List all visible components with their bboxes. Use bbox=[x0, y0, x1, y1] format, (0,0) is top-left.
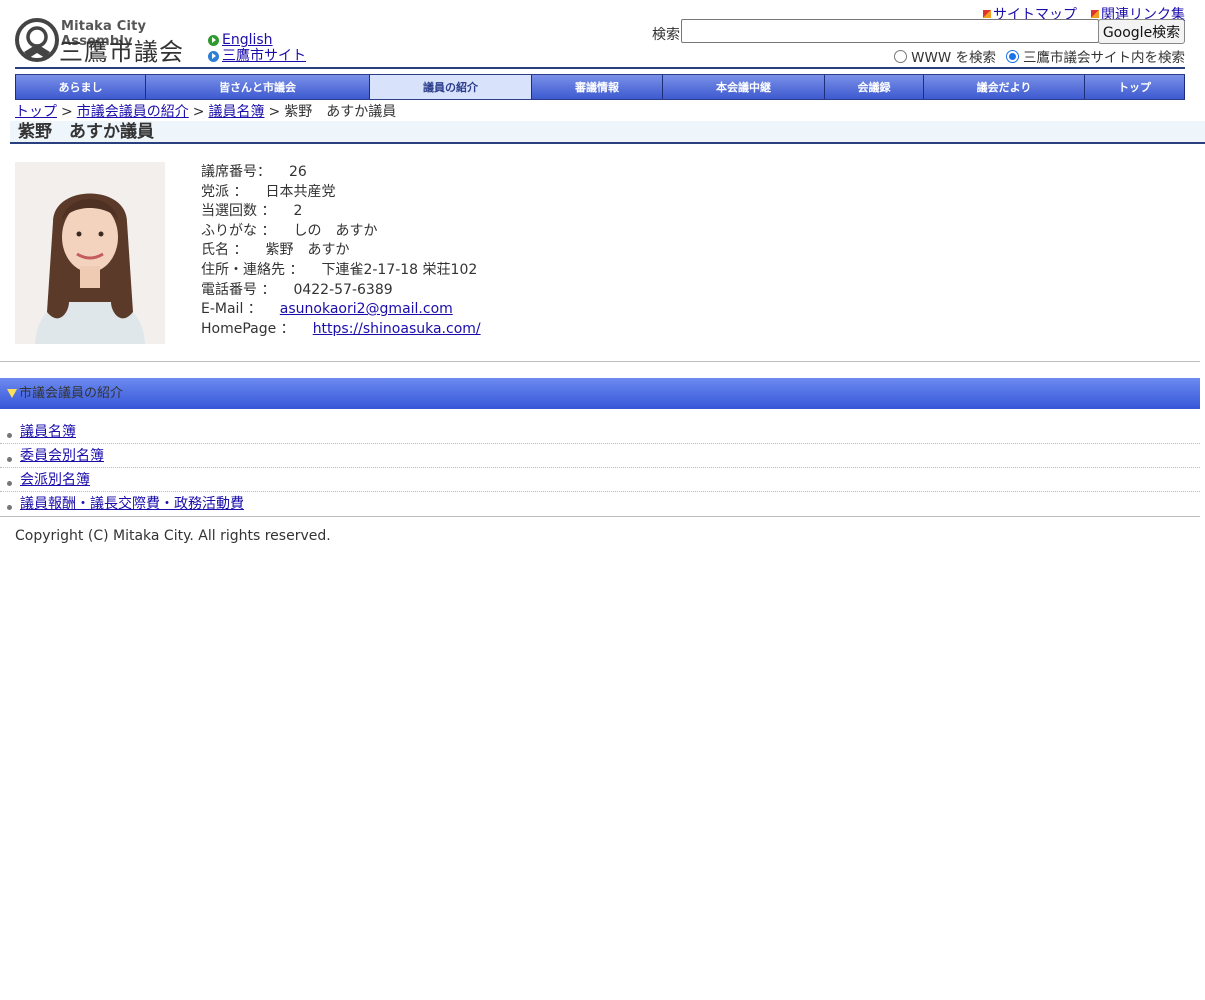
profile-row-phone: 電話番号 ： 0422-57-6389 bbox=[201, 281, 481, 301]
nav-item-citizens[interactable]: 皆さんと市議会 bbox=[146, 75, 370, 99]
profile-value: しの あすか bbox=[293, 222, 378, 239]
profile-value: 日本共産党 bbox=[265, 183, 336, 200]
profile-value: 紫野 あすか bbox=[265, 242, 350, 259]
list-item: 議員名簿 bbox=[0, 420, 1200, 444]
nav-item-overview[interactable]: あらまし bbox=[15, 75, 146, 99]
profile-label: 当選回数 ： bbox=[201, 203, 276, 220]
breadcrumb-current: 紫野 あすか議員 bbox=[284, 104, 397, 120]
profile-value: 下連雀2-17-18 栄荘102 bbox=[321, 261, 478, 278]
committee-roster-link[interactable]: 委員会別名簿 bbox=[20, 448, 104, 464]
profile-label: E-Mail ： bbox=[201, 301, 262, 318]
radio-www-label: WWW を検索 bbox=[911, 50, 996, 66]
site-logo[interactable]: Mitaka City Assembly 三鷹市議会 bbox=[15, 18, 195, 66]
profile-label: HomePage ： bbox=[201, 320, 295, 337]
profile-value: 2 bbox=[293, 203, 303, 220]
breadcrumb: トップ > 市議会議員の紹介 > 議員名簿 > 紫野 あすか議員 bbox=[15, 101, 396, 121]
section-header: 市議会議員の紹介 bbox=[0, 378, 1200, 409]
profile-row-party: 党派 ： 日本共産党 bbox=[201, 183, 481, 203]
profile-label: 氏名 ： bbox=[201, 242, 248, 259]
bullet-square-icon bbox=[983, 10, 991, 18]
page-title: 紫野 あすか議員 bbox=[18, 122, 154, 142]
nav-item-deliberation[interactable]: 審議情報 bbox=[532, 75, 663, 99]
nav-item-live[interactable]: 本会議中継 bbox=[663, 75, 825, 99]
homepage-link[interactable]: https://shinoasuka.com/ bbox=[313, 321, 481, 337]
compensation-link[interactable]: 議員報酬・議長交際費・政務活動費 bbox=[20, 496, 244, 512]
member-profile: 議席番号： 26 党派 ： 日本共産党 当選回数 ： 2 ふりがな ： しの あすか 氏… bbox=[201, 163, 481, 339]
triangle-down-icon bbox=[7, 389, 17, 398]
nav-item-members[interactable]: 議員の紹介 bbox=[370, 75, 532, 99]
breadcrumb-separator: > bbox=[268, 104, 281, 120]
search-label: 検索 bbox=[652, 27, 680, 43]
email-link[interactable]: asunokaori2@gmail.com bbox=[280, 301, 453, 317]
faction-roster-link[interactable]: 会派別名簿 bbox=[20, 472, 90, 488]
search-scope: WWW を検索 三鷹市議会サイト内を検索 bbox=[894, 46, 1185, 66]
profile-row-email: E-Mail ： asunokaori2@gmail.com bbox=[201, 300, 481, 320]
roster-link[interactable]: 議員名簿 bbox=[20, 424, 76, 440]
header-divider bbox=[15, 67, 1185, 69]
profile-row-address: 住所・連絡先 ： 下連雀2-17-18 栄荘102 bbox=[201, 261, 481, 281]
copyright: Copyright (C) Mitaka City. All rights re… bbox=[15, 528, 331, 544]
profile-row-terms: 当選回数 ： 2 bbox=[201, 202, 481, 222]
breadcrumb-separator: > bbox=[192, 104, 205, 120]
breadcrumb-separator: > bbox=[61, 104, 73, 120]
nav-item-top[interactable]: トップ bbox=[1085, 75, 1185, 99]
arrow-circle-icon bbox=[208, 50, 219, 62]
profile-row-furigana: ふりがな ： しの あすか bbox=[201, 222, 481, 242]
radio-site[interactable] bbox=[1006, 49, 1019, 63]
radio-www[interactable] bbox=[894, 49, 908, 63]
member-photo bbox=[15, 162, 165, 344]
profile-label: 党派 ： bbox=[201, 183, 248, 200]
search-input[interactable] bbox=[681, 19, 1099, 43]
breadcrumb-roster[interactable]: 議員名簿 bbox=[208, 104, 264, 120]
language-links: English 三鷹市サイト bbox=[208, 32, 306, 64]
list-item: 会派別名簿 bbox=[0, 468, 1200, 492]
profile-value: 26 bbox=[289, 164, 307, 180]
list-item: 委員会別名簿 bbox=[0, 444, 1200, 468]
profile-row-homepage: HomePage ： https://shinoasuka.com/ bbox=[201, 320, 481, 340]
global-nav: あらまし 皆さんと市議会 議員の紹介 審議情報 本会議中継 会議録 議会だより … bbox=[15, 74, 1185, 100]
logo-japanese-text: 三鷹市議会 bbox=[59, 38, 184, 66]
nav-item-minutes[interactable]: 会議録 bbox=[825, 75, 924, 99]
section-link-list: 議員名簿 委員会別名簿 会派別名簿 議員報酬・議長交際費・政務活動費 bbox=[0, 420, 1200, 517]
radio-site-label: 三鷹市議会サイト内を検索 bbox=[1023, 50, 1185, 66]
profile-value: 0422-57-6389 bbox=[293, 281, 393, 298]
profile-label: 住所・連絡先 ： bbox=[201, 261, 304, 278]
english-link[interactable]: English bbox=[222, 32, 273, 48]
page-title-bar: 紫野 あすか議員 bbox=[10, 121, 1205, 144]
profile-label: 電話番号 ： bbox=[201, 281, 276, 298]
mitaka-emblem-icon bbox=[15, 18, 59, 62]
content-divider bbox=[0, 361, 1200, 362]
google-search-button[interactable]: Google検索 bbox=[1098, 19, 1185, 44]
breadcrumb-members[interactable]: 市議会議員の紹介 bbox=[77, 104, 189, 120]
list-item: 議員報酬・議長交際費・政務活動費 bbox=[0, 492, 1200, 517]
section-title: 市議会議員の紹介 bbox=[19, 386, 124, 401]
profile-label: 議席番号： bbox=[201, 164, 271, 180]
bullet-square-icon bbox=[1091, 10, 1099, 18]
profile-row-name: 氏名 ： 紫野 あすか bbox=[201, 241, 481, 261]
mitaka-city-site-link[interactable]: 三鷹市サイト bbox=[222, 48, 306, 64]
arrow-circle-icon bbox=[208, 34, 219, 46]
profile-row-seat: 議席番号： 26 bbox=[201, 163, 481, 183]
portrait-image bbox=[15, 162, 165, 344]
breadcrumb-top[interactable]: トップ bbox=[15, 104, 57, 120]
nav-item-newsletter[interactable]: 議会だより bbox=[924, 75, 1085, 99]
profile-label: ふりがな ： bbox=[201, 222, 276, 239]
